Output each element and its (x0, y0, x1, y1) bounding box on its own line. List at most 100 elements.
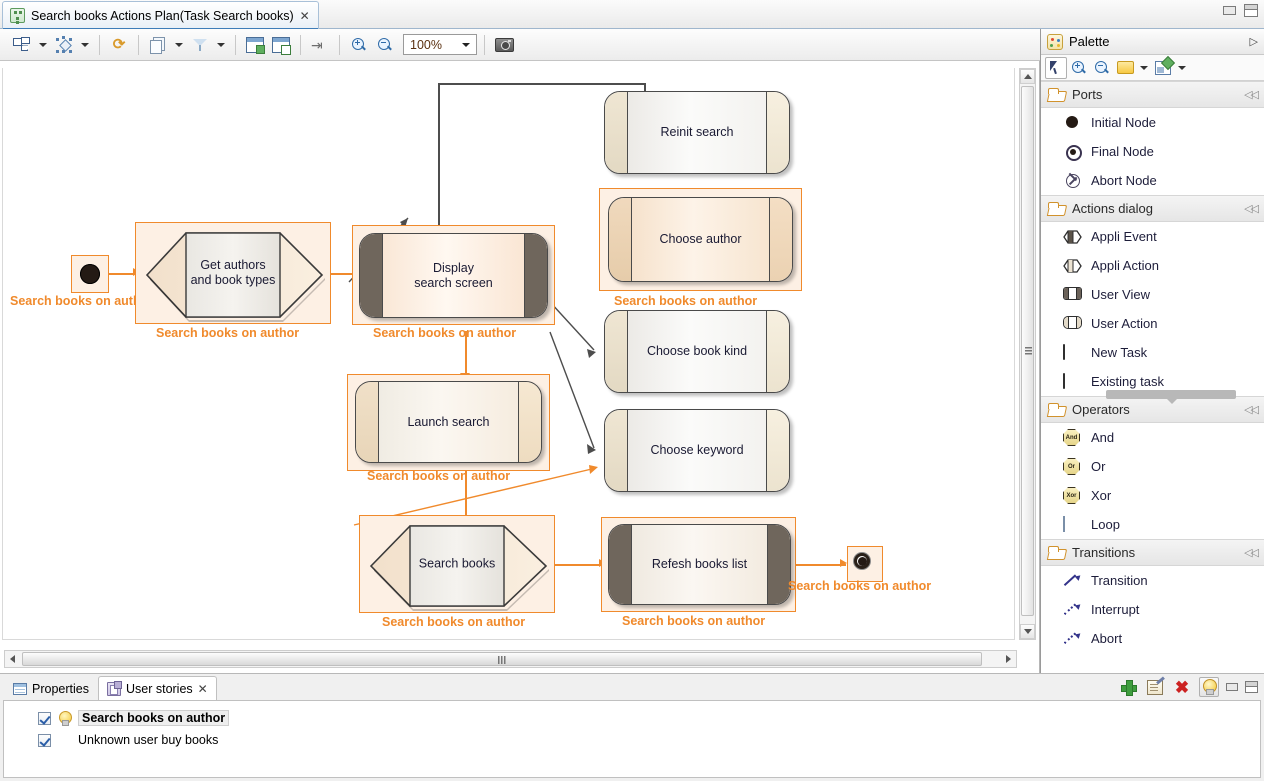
palette-item-appli-action[interactable]: Appli Action (1041, 251, 1264, 280)
palette-title: Palette (1069, 34, 1110, 49)
list-item[interactable]: Search books on author (4, 707, 1260, 729)
bottom-panel-toolbar: ✖ (1118, 677, 1258, 697)
collapse-icon[interactable]: ◁◁ (1244, 403, 1259, 416)
palette-item-interrupt[interactable]: Interrupt (1041, 595, 1264, 624)
edit-story-button[interactable] (1145, 677, 1165, 697)
horizontal-scroll-thumb[interactable] (22, 652, 982, 666)
collapse-icon[interactable]: ◁◁ (1244, 202, 1259, 215)
palette-group-operators[interactable]: Operators ◁◁ (1041, 396, 1264, 423)
copy-appearance-chevron-down-icon[interactable] (175, 42, 183, 47)
story-checkbox[interactable] (38, 711, 51, 725)
final-node[interactable] (854, 553, 870, 569)
user-view-right-bar (768, 525, 790, 604)
show-hide-button[interactable] (243, 33, 267, 57)
collapse-icon[interactable]: ◁◁ (1244, 546, 1259, 559)
node-search-books[interactable]: Search books (368, 523, 549, 611)
note-chevron-down-icon[interactable] (1140, 65, 1148, 70)
node-get-authors-and-book-types[interactable]: Get authors and book types (144, 230, 325, 322)
camera-icon (494, 37, 514, 52)
palette-item-final-node[interactable]: Final Node (1041, 137, 1264, 166)
filters-button[interactable] (188, 33, 212, 57)
collapse-icon[interactable]: ◁◁ (1244, 88, 1259, 101)
node-choose-book-kind[interactable]: Choose book kind (604, 310, 790, 393)
editor-tab-search-books-actions-plan[interactable]: Search books Actions Plan(Task Search bo… (2, 1, 319, 30)
story-checkbox[interactable] (38, 733, 51, 747)
node-choose-author[interactable]: Choose author (608, 197, 793, 282)
maximize-panel-icon[interactable] (1245, 681, 1258, 693)
scroll-down-button[interactable] (1020, 624, 1035, 639)
node-refesh-books-list[interactable]: Refesh books list (608, 524, 791, 605)
palette-item-loop[interactable]: Loop (1041, 510, 1264, 539)
palette-item-new-task[interactable]: New Task (1041, 338, 1264, 367)
node-reinit-search[interactable]: Reinit search (604, 91, 790, 174)
highlight-story-button[interactable] (1199, 677, 1219, 697)
diagram-canvas-area[interactable]: Search books on author Get authors and b… (0, 61, 1040, 673)
arrange-all-button[interactable] (10, 33, 34, 57)
diagram-canvas[interactable]: Search books on author Get authors and b… (4, 70, 1013, 638)
palette-group-transitions[interactable]: Transitions ◁◁ (1041, 539, 1264, 566)
palette-item-label: Appli Event (1091, 229, 1157, 244)
palette-zoom-out-tool[interactable] (1091, 57, 1113, 79)
arrange-all-chevron-down-icon[interactable] (39, 42, 47, 47)
filters-chevron-down-icon[interactable] (217, 42, 225, 47)
scroll-up-button[interactable] (1020, 69, 1035, 84)
palette-item-initial-node[interactable]: Initial Node (1041, 108, 1264, 137)
node-choose-keyword[interactable]: Choose keyword (604, 409, 790, 492)
palette-zoom-in-tool[interactable] (1068, 57, 1090, 79)
palette-item-appli-event[interactable]: Appli Event (1041, 222, 1264, 251)
palette-scroll-down-icon[interactable] (1167, 399, 1177, 404)
validate-button[interactable] (269, 33, 293, 57)
user-stories-list[interactable]: Search books on author Unknown user buy … (3, 700, 1261, 778)
maximize-icon[interactable] (1244, 4, 1258, 17)
palette-item-user-action[interactable]: User Action (1041, 309, 1264, 338)
zoom-chevron-down-icon[interactable] (462, 42, 470, 47)
palette-item-existing-task[interactable]: Existing task (1041, 367, 1264, 404)
minimize-panel-icon[interactable] (1226, 683, 1238, 691)
refresh-button[interactable]: ⟳ (107, 33, 131, 57)
close-icon[interactable]: ✕ (198, 682, 208, 696)
palette-scroll-overlay[interactable] (1106, 390, 1236, 399)
zoom-in-button[interactable] (347, 33, 371, 57)
add-story-button[interactable] (1118, 677, 1138, 697)
canvas-vertical-scrollbar[interactable] (1019, 68, 1036, 640)
palette-group-ports[interactable]: Ports ◁◁ (1041, 81, 1264, 108)
palette-item-label: Interrupt (1091, 602, 1140, 617)
tab-properties[interactable]: Properties (4, 676, 98, 701)
chevron-right-icon (1006, 655, 1011, 663)
scroll-right-button[interactable] (1001, 651, 1016, 667)
minimize-icon[interactable] (1223, 6, 1236, 15)
list-item[interactable]: Unknown user buy books (4, 729, 1260, 751)
tab-user-stories[interactable]: User stories ✕ (97, 676, 217, 701)
palette-item-and[interactable]: And And (1041, 423, 1264, 452)
palette-item-xor[interactable]: Xor Xor (1041, 481, 1264, 510)
canvas-horizontal-scrollbar[interactable] (4, 650, 1017, 668)
select-nodes-chevron-down-icon[interactable] (81, 42, 89, 47)
palette-item-abort[interactable]: Abort (1041, 624, 1264, 653)
scroll-left-button[interactable] (5, 651, 20, 667)
palette-select-tool[interactable] (1045, 56, 1067, 79)
vertical-scroll-thumb[interactable] (1021, 86, 1034, 616)
delete-story-button[interactable]: ✖ (1172, 677, 1192, 697)
palette-item-transition[interactable]: Transition (1041, 566, 1264, 595)
palette-note-tool[interactable] (1114, 57, 1136, 79)
palette-note-attachment-tool[interactable] (1152, 57, 1174, 79)
palette-item-or[interactable]: Or Or (1041, 452, 1264, 481)
user-stories-icon (106, 680, 122, 696)
initial-node[interactable] (80, 264, 100, 284)
copy-appearance-button[interactable] (146, 33, 170, 57)
node-display-search-screen[interactable]: Display search screen (359, 233, 548, 318)
zoom-out-button[interactable] (373, 33, 397, 57)
close-icon[interactable]: ✕ (300, 9, 310, 23)
scroll-grip-icon (1025, 347, 1032, 355)
palette-item-label: Xor (1091, 488, 1112, 503)
zoom-level-combo[interactable]: 100% (403, 34, 477, 55)
palette-expand-icon[interactable]: ▷ (1250, 35, 1258, 48)
select-nodes-button[interactable] (52, 33, 76, 57)
snapshot-button[interactable] (492, 33, 516, 57)
node-launch-search[interactable]: Launch search (355, 381, 542, 463)
note-attachment-chevron-down-icon[interactable] (1178, 65, 1186, 70)
palette-item-abort-node[interactable]: Abort Node (1041, 166, 1264, 195)
palette-group-actions-dialog[interactable]: Actions dialog ◁◁ (1041, 195, 1264, 222)
pin-elements-button[interactable]: ⇥ (308, 33, 332, 57)
palette-item-user-view[interactable]: User View (1041, 280, 1264, 309)
